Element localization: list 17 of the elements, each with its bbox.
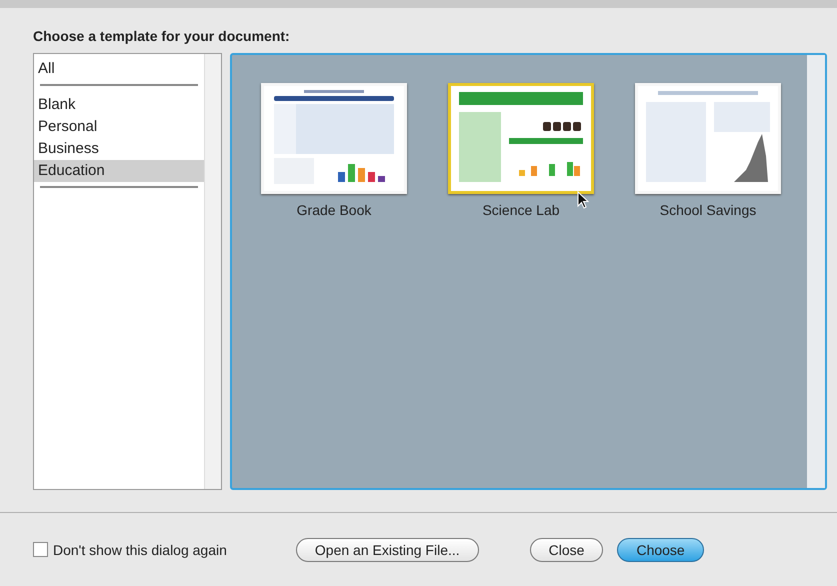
- dialog-button[interactable]: Close: [530, 538, 604, 562]
- mouse-pointer-icon: [577, 191, 589, 209]
- category-item[interactable]: Business: [34, 138, 204, 160]
- checkbox[interactable]: [33, 542, 48, 557]
- category-item[interactable]: Blank: [34, 94, 204, 116]
- checkbox-label: Don't show this dialog again: [53, 542, 227, 558]
- dialog-heading: Choose a template for your document:: [33, 28, 291, 44]
- dialog-button[interactable]: Open an Existing File...: [296, 538, 479, 562]
- scroll-track[interactable]: [807, 55, 825, 488]
- template-name: Grade Book: [296, 202, 372, 218]
- dialog-button[interactable]: Choose: [617, 538, 704, 562]
- scroll-track[interactable]: [204, 54, 221, 489]
- category-item[interactable]: All: [34, 58, 204, 80]
- category-item[interactable]: Personal: [34, 116, 204, 138]
- template-name: School Savings: [660, 202, 756, 218]
- template-name: Science Lab: [482, 202, 560, 218]
- category-item[interactable]: Education: [34, 160, 204, 182]
